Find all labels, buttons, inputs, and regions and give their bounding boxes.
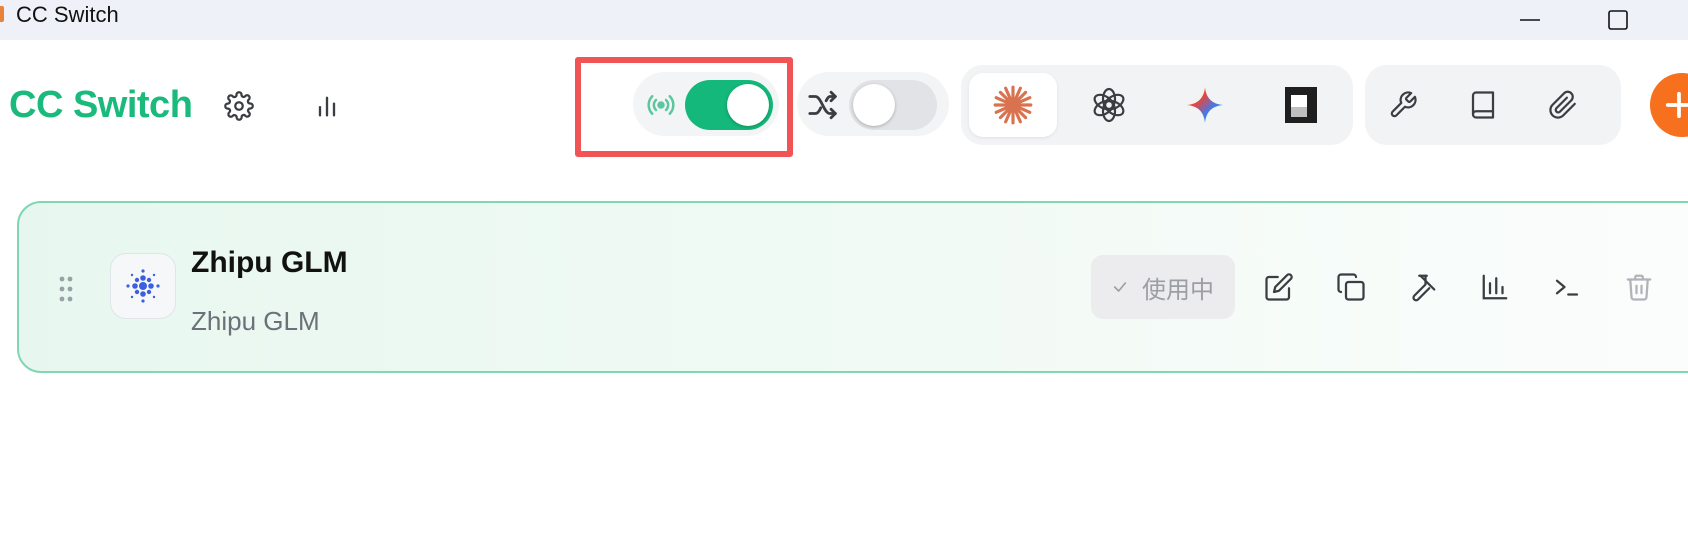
gemini-icon — [1187, 87, 1223, 123]
delete-button[interactable] — [1615, 263, 1663, 311]
test-icon — [1412, 274, 1436, 302]
minimize-button[interactable] — [1495, 0, 1565, 40]
claude-icon — [993, 85, 1033, 125]
openai-icon — [1093, 87, 1125, 123]
app-tab-gemini[interactable] — [1161, 73, 1249, 137]
in-use-label: 使用中 — [1142, 276, 1214, 304]
gear-icon — [224, 91, 254, 121]
app-selector — [961, 65, 1353, 145]
test-button[interactable] — [1399, 263, 1447, 311]
provider-name: Zhipu GLM — [191, 246, 348, 279]
provider-subtitle: Zhipu GLM — [191, 306, 320, 336]
zhipu-logo-icon — [126, 269, 160, 303]
check-icon — [1113, 282, 1127, 292]
docs-button[interactable] — [1459, 81, 1507, 129]
settings-button[interactable] — [215, 82, 263, 130]
usage-button[interactable] — [1471, 263, 1519, 311]
window-title: CC Switch — [16, 2, 119, 27]
shuffle-icon — [808, 90, 837, 120]
plus-icon — [1665, 91, 1688, 119]
attachments-button[interactable] — [1539, 81, 1587, 129]
in-use-button[interactable]: 使用中 — [1091, 255, 1235, 319]
duplicate-button[interactable] — [1327, 263, 1375, 311]
book-icon — [1471, 91, 1495, 119]
wrench-icon — [1390, 91, 1417, 118]
terminal-icon — [1555, 279, 1579, 296]
copy-icon — [1337, 273, 1365, 301]
app-tab-openai[interactable] — [1065, 73, 1153, 137]
window-titlebar: CC Switch — [0, 0, 1688, 40]
app-tab-claude[interactable] — [969, 73, 1057, 137]
provider-logo — [110, 253, 176, 319]
paperclip-icon — [1549, 90, 1576, 119]
failover-toggle[interactable] — [849, 80, 937, 130]
app-tab-terminal-app[interactable] — [1257, 73, 1345, 137]
tools-group — [1365, 65, 1621, 145]
minimize-icon — [1520, 19, 1540, 21]
app-icon — [0, 6, 4, 22]
edit-button[interactable] — [1255, 263, 1303, 311]
drag-handle-icon[interactable] — [58, 275, 74, 303]
toggle-knob — [853, 84, 895, 126]
maximize-button[interactable] — [1583, 0, 1653, 40]
edit-icon — [1265, 273, 1293, 301]
highlight-box — [575, 57, 793, 157]
usage-chart-icon — [1482, 274, 1508, 300]
terminal-button[interactable] — [1543, 263, 1591, 311]
trash-icon — [1626, 274, 1652, 301]
maximize-icon — [1608, 10, 1628, 30]
bar-chart-icon — [318, 96, 336, 117]
brand-title: CC Switch — [9, 84, 193, 126]
stats-button[interactable] — [303, 82, 351, 130]
tools-button[interactable] — [1379, 81, 1427, 129]
terminal-app-icon — [1285, 87, 1317, 123]
